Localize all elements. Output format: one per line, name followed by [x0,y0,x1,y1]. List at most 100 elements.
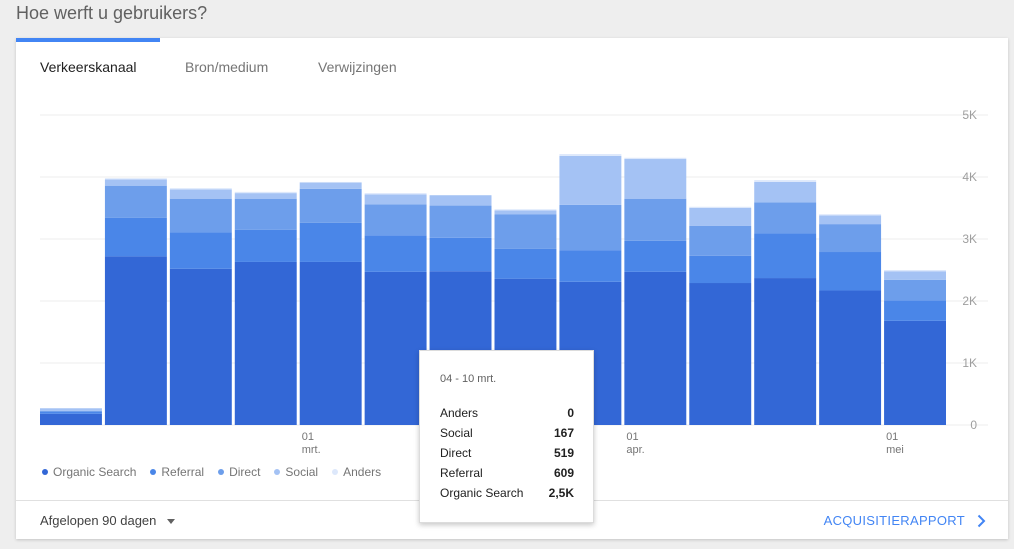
x-tick-label: 01 [302,431,314,443]
x-axis-ticks: 01mrt.01apr.01mei [302,431,904,456]
chart-tooltip: 04 - 10 mrt. Anders 0 Social 167 Direct … [419,350,594,523]
bar-segment [689,208,752,226]
acquisition-report-link[interactable]: ACQUISITIERAPPORT [824,513,986,528]
bar-segment [104,178,167,180]
bar-segment [819,252,882,291]
chevron-right-icon [977,514,986,527]
tooltip-value: 167 [553,426,574,440]
legend-label: Referral [161,465,205,479]
x-tick-label: 01 [626,431,638,443]
bar-segment [234,191,297,194]
acquisition-report-label: ACQUISITIERAPPORT [823,513,965,528]
bar-segment [40,413,102,425]
bar-segment [884,300,946,321]
bar-segment [624,240,687,272]
bar-segment [299,181,362,183]
y-tick-label: 1K [962,356,977,370]
legend-item[interactable]: Social [274,465,318,479]
tooltip-value: 2,5K [548,486,574,500]
bar-segment [624,271,687,425]
bar-segment [494,210,557,215]
y-tick-label: 0 [970,418,977,432]
bar-segment [104,179,167,186]
bar-segment [754,202,817,234]
bar-segment [494,248,557,279]
bar-segment [819,224,882,253]
tooltip-label: Organic Search [440,486,524,500]
bar-segment [689,225,752,256]
chart-legend: Organic Search Referral Direct Social Anders [42,463,381,481]
bar-segment [884,279,946,301]
bar-segment [364,193,427,195]
bar-segment [429,205,492,238]
bar-segment [624,159,687,199]
bar-segment [40,410,102,412]
tooltip-row: Social 167 [440,426,574,440]
legend-dot-icon [274,469,281,475]
bar-segment [819,290,882,425]
bar-segment [364,271,427,425]
bar-segment [169,232,232,269]
legend-dot-icon [218,469,225,475]
bar-segment [364,235,427,272]
bar-segment [234,198,297,230]
bar-segment [429,237,492,272]
bar-segment [754,233,817,279]
bar-segment [299,188,362,223]
legend-item[interactable]: Anders [332,465,381,479]
bar-segment [819,214,882,216]
bar-segment [624,198,687,241]
tooltip-label: Anders [440,406,479,420]
tooltip-row: Organic Search 2,5K [440,486,574,500]
legend-label: Anders [343,465,382,479]
bar-segment [234,261,297,425]
legend-label: Social [285,465,319,479]
bar-segment [169,268,232,425]
bar-segment [169,198,232,233]
legend-label: Organic Search [53,465,137,479]
tooltip-value: 519 [553,446,574,460]
legend-label: Direct [229,465,261,479]
bar-segment [754,180,817,182]
bar-segment [364,194,427,205]
y-tick-label: 5K [962,108,977,122]
bar-segment [884,270,946,272]
legend-dot-icon [150,469,157,475]
bar-segment [819,215,882,225]
bar-segment [689,206,752,208]
bar-segment [169,189,232,199]
bar-segment [559,250,622,282]
tooltip-value: 0 [567,406,574,420]
bar-segment [494,209,557,211]
tooltip-label: Referral [440,466,483,480]
bar-segment [754,181,817,203]
bar-segment [104,217,167,257]
bar-segment [559,155,622,205]
x-tick-label: 01 [886,431,898,443]
x-tick-label: apr. [626,444,644,456]
y-axis-ticks: 0 1K 2K 3K 4K 5K [962,108,977,432]
bar-segment [754,278,817,425]
tooltip-row: Anders 0 [440,406,574,420]
bar-segment [429,195,492,206]
legend-item[interactable]: Direct [218,465,260,479]
legend-dot-icon [332,469,339,475]
bar-segment [884,271,946,280]
bar-segment [40,408,102,411]
bar-segment [40,411,102,414]
y-tick-label: 4K [962,170,977,184]
bar-segment [364,204,427,236]
bar-segment [299,222,362,262]
tooltip-value: 609 [553,466,574,480]
bar-segment [234,193,297,199]
date-range-dropdown[interactable]: Afgelopen 90 dagen [40,513,176,528]
bar-segment [559,154,622,156]
bar-segment [299,261,362,425]
bar-segment [884,320,946,425]
tooltip-row: Direct 519 [440,446,574,460]
tooltip-label: Social [440,426,473,440]
date-range-label: Afgelopen 90 dagen [40,513,157,528]
legend-item[interactable]: Referral [150,465,204,479]
bar-segment [624,157,687,160]
legend-item[interactable]: Organic Search [42,465,136,479]
